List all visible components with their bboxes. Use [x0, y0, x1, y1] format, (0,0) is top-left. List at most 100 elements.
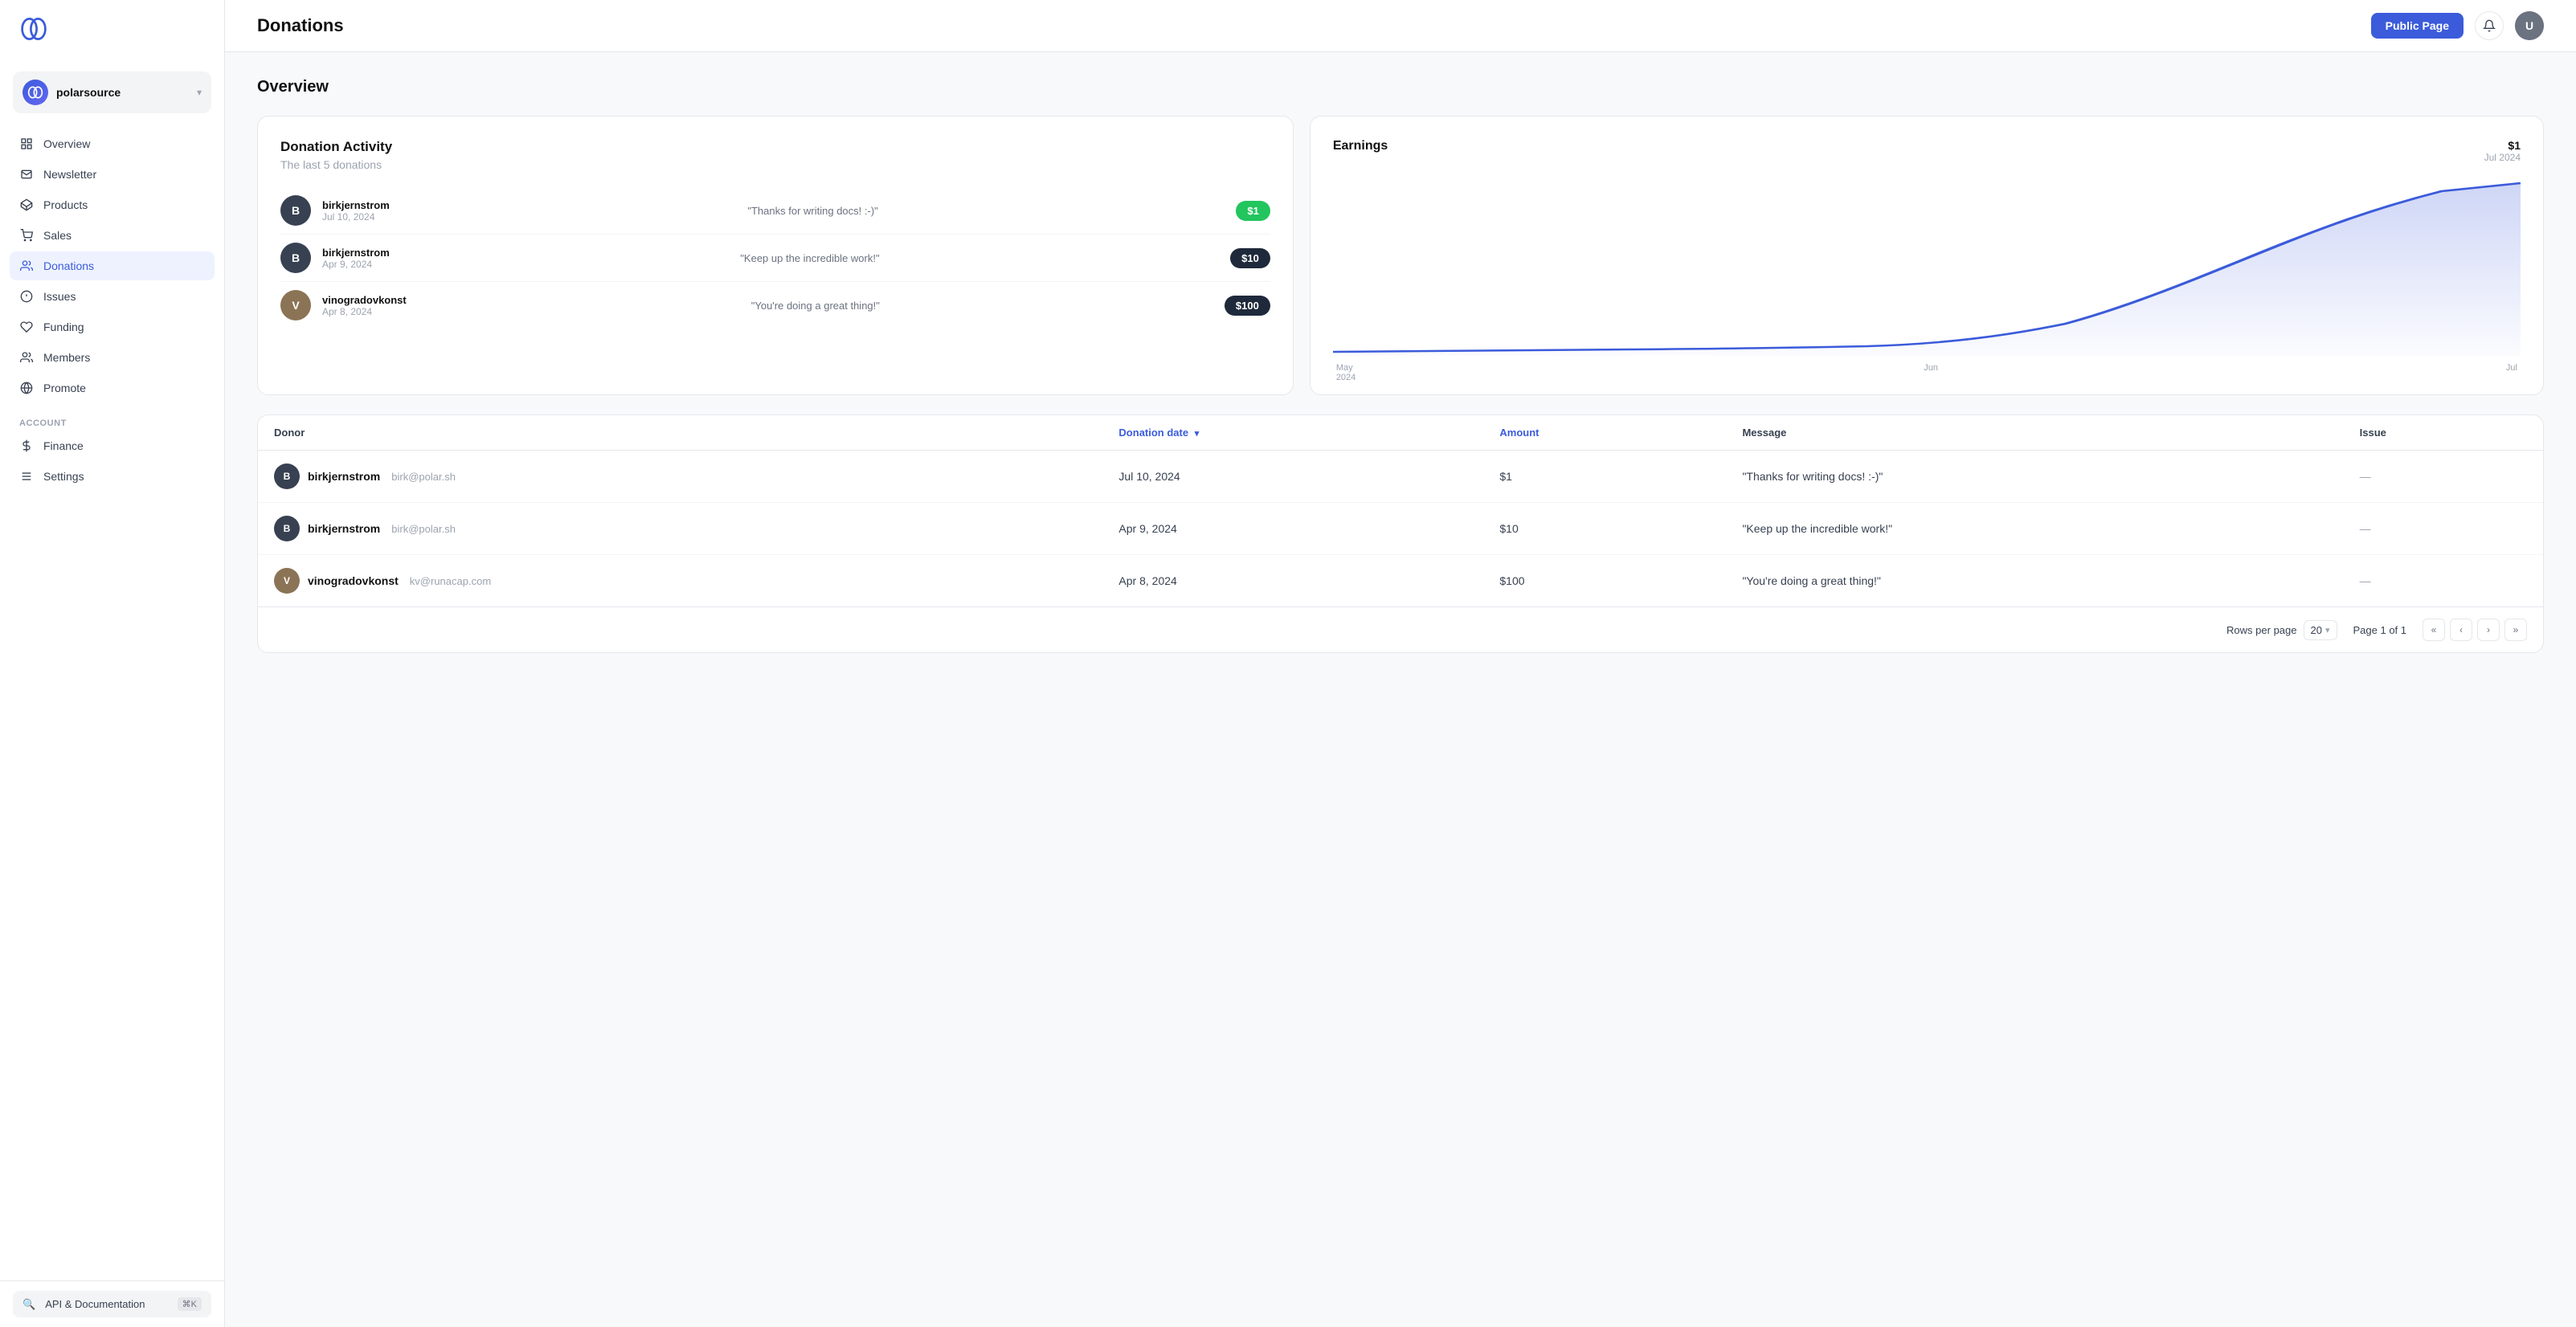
- sidebar-item-label: Sales: [43, 229, 72, 242]
- cell-donor: B birkjernstrom birk@polar.sh: [258, 451, 1102, 503]
- sidebar-item-label: Members: [43, 351, 90, 364]
- chevron-down-icon: ▾: [2325, 625, 2330, 635]
- topbar-actions: Public Page U: [2371, 11, 2544, 40]
- first-page-button[interactable]: «: [2423, 619, 2445, 641]
- next-page-button[interactable]: ›: [2477, 619, 2500, 641]
- amount-badge: $100: [1225, 296, 1270, 316]
- table-body: B birkjernstrom birk@polar.sh Jul 10, 20…: [258, 451, 2543, 607]
- promote-icon: [19, 381, 34, 395]
- prev-page-button[interactable]: ‹: [2450, 619, 2472, 641]
- donation-message: "Thanks for writing docs! :-)": [401, 205, 1225, 217]
- public-page-button[interactable]: Public Page: [2371, 13, 2464, 39]
- sidebar-item-finance[interactable]: Finance: [10, 431, 215, 460]
- sidebar-item-sales[interactable]: Sales: [10, 221, 215, 250]
- last-page-button[interactable]: »: [2504, 619, 2527, 641]
- earnings-header: Earnings $1 Jul 2024: [1333, 139, 2521, 163]
- page-info: Page 1 of 1: [2353, 624, 2407, 636]
- col-donor: Donor: [258, 415, 1102, 451]
- finance-icon: [19, 439, 34, 453]
- page-title: Donations: [257, 15, 344, 36]
- rows-per-page-select[interactable]: 20 ▾: [2304, 620, 2337, 640]
- sidebar-item-promote[interactable]: Promote: [10, 374, 215, 402]
- donor-info: birkjernstrom Jul 10, 2024: [322, 199, 390, 223]
- donor-avatar: V: [280, 290, 311, 321]
- rows-per-page: Rows per page 20 ▾: [2226, 620, 2337, 640]
- sidebar-item-donations[interactable]: Donations: [10, 251, 215, 280]
- sidebar-item-overview[interactable]: Overview: [10, 129, 215, 158]
- donation-message: "Keep up the incredible work!": [401, 252, 1219, 264]
- main-content: Donations Public Page U Overview Donatio…: [225, 0, 2576, 1327]
- col-donation-date[interactable]: Donation date ▾: [1102, 415, 1483, 451]
- sidebar-nav: Overview Newsletter Products Sales Donat…: [0, 123, 224, 1280]
- cell-message: "You're doing a great thing!": [1726, 555, 2343, 607]
- api-docs-button[interactable]: 🔍 API & Documentation ⌘K: [13, 1291, 211, 1317]
- chart-label-jun: Jun: [1924, 363, 1938, 382]
- col-issue: Issue: [2344, 415, 2543, 451]
- donation-activity-item: V vinogradovkonst Apr 8, 2024 "You're do…: [280, 282, 1270, 329]
- donor-date: Jul 10, 2024: [322, 211, 390, 223]
- chart-label-jul: Jul: [2506, 363, 2517, 382]
- donations-table: Donor Donation date ▾ Amount Message Iss…: [258, 415, 2543, 606]
- sidebar-item-label: Settings: [43, 470, 84, 483]
- issues-icon: [19, 289, 34, 304]
- cell-amount: $10: [1483, 503, 1726, 555]
- col-amount: Amount: [1483, 415, 1726, 451]
- chevron-down-icon: ▾: [197, 87, 202, 98]
- sidebar-item-label: Promote: [43, 382, 86, 394]
- sidebar-item-funding[interactable]: Funding: [10, 312, 215, 341]
- sidebar-footer: 🔍 API & Documentation ⌘K: [0, 1280, 224, 1327]
- donor-cell-name: birkjernstrom: [308, 522, 380, 535]
- notifications-button[interactable]: [2475, 11, 2504, 40]
- products-icon: [19, 198, 34, 212]
- cell-issue: —: [2344, 555, 2543, 607]
- donor-avatar: B: [280, 195, 311, 226]
- org-name: polarsource: [56, 86, 189, 99]
- donation-activity-list: B birkjernstrom Jul 10, 2024 "Thanks for…: [280, 187, 1270, 329]
- table-wrapper: Donor Donation date ▾ Amount Message Iss…: [258, 415, 2543, 606]
- donor-date: Apr 8, 2024: [322, 306, 407, 317]
- sidebar-item-issues[interactable]: Issues: [10, 282, 215, 311]
- account-section-label: ACCOUNT: [10, 409, 215, 431]
- earnings-amount: $1: [2484, 139, 2521, 152]
- cell-donor: V vinogradovkonst kv@runacap.com: [258, 555, 1102, 607]
- chart-labels: May2024 Jun Jul: [1333, 363, 2521, 382]
- donations-icon: [19, 259, 34, 273]
- sidebar-item-newsletter[interactable]: Newsletter: [10, 160, 215, 189]
- activity-card-title: Donation Activity: [280, 139, 1270, 155]
- newsletter-icon: [19, 167, 34, 182]
- donor-avatar: B: [280, 243, 311, 273]
- org-switcher[interactable]: polarsource ▾: [13, 71, 211, 113]
- sidebar-item-products[interactable]: Products: [10, 190, 215, 219]
- api-shortcut: ⌘K: [178, 1297, 202, 1311]
- sidebar-item-label: Products: [43, 198, 88, 211]
- chart-label-may: May2024: [1336, 363, 1355, 382]
- donor-cell-name: vinogradovkonst: [308, 574, 399, 587]
- table-row: B birkjernstrom birk@polar.sh Jul 10, 20…: [258, 451, 2543, 503]
- api-docs-label: API & Documentation: [45, 1298, 170, 1310]
- cell-donation-date: Apr 9, 2024: [1102, 503, 1483, 555]
- sidebar-item-members[interactable]: Members: [10, 343, 215, 372]
- sidebar-item-settings[interactable]: Settings: [10, 462, 215, 491]
- donation-activity-card: Donation Activity The last 5 donations B…: [257, 116, 1294, 395]
- cell-donor: B birkjernstrom birk@polar.sh: [258, 503, 1102, 555]
- cell-donation-date: Jul 10, 2024: [1102, 451, 1483, 503]
- sidebar: polarsource ▾ Overview Newsletter Produc…: [0, 0, 225, 1327]
- user-avatar[interactable]: U: [2515, 11, 2544, 40]
- rows-per-page-label: Rows per page: [2226, 624, 2296, 636]
- search-icon: 🔍: [22, 1298, 35, 1311]
- donor-name: birkjernstrom: [322, 199, 390, 211]
- earnings-chart: May2024 Jun Jul: [1333, 179, 2521, 372]
- earnings-value: $1 Jul 2024: [2484, 139, 2521, 163]
- donor-name: vinogradovkonst: [322, 294, 407, 306]
- col-message: Message: [1726, 415, 2343, 451]
- topbar: Donations Public Page U: [225, 0, 2576, 52]
- cell-amount: $1: [1483, 451, 1726, 503]
- app-logo: [0, 0, 224, 62]
- donor-info: vinogradovkonst Apr 8, 2024: [322, 294, 407, 317]
- donation-activity-item: B birkjernstrom Jul 10, 2024 "Thanks for…: [280, 187, 1270, 235]
- donor-cell-email: birk@polar.sh: [391, 523, 456, 535]
- sidebar-item-label: Newsletter: [43, 168, 96, 181]
- sidebar-item-label: Finance: [43, 439, 84, 452]
- pagination: « ‹ › »: [2423, 619, 2527, 641]
- sidebar-item-label: Issues: [43, 290, 76, 303]
